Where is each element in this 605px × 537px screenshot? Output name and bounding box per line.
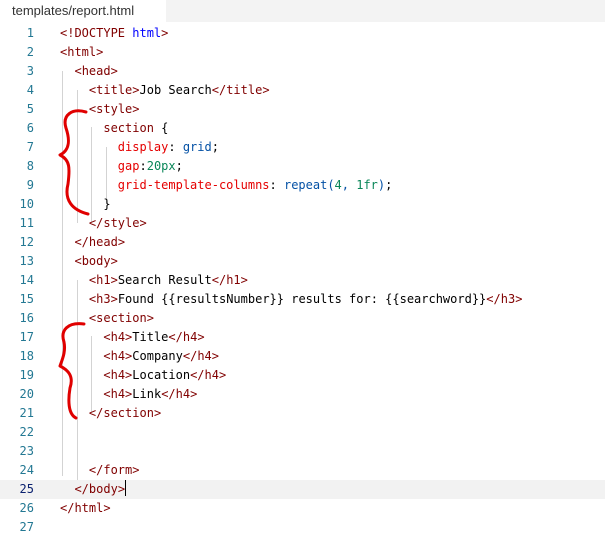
line-number: 8 <box>26 159 34 173</box>
code-line[interactable]: 26 </html> <box>0 499 605 518</box>
line-number: 25 <box>19 482 34 496</box>
line-number: 23 <box>19 444 34 458</box>
line-number: 1 <box>26 26 34 40</box>
code-text: <style> <box>88 102 140 116</box>
code-text: } <box>60 197 111 211</box>
code-line[interactable]: 13 <body> <box>0 252 605 271</box>
code-line[interactable]: 10 } <box>0 195 605 214</box>
code-text: <h4>Company</h4> <box>103 349 219 363</box>
code-line[interactable]: 21 </section> <box>0 404 605 423</box>
code-line[interactable]: 9 grid-template-columns: repeat(4, 1fr); <box>0 176 605 195</box>
code-text: section { <box>103 121 169 135</box>
code-line[interactable]: 19 <h4>Location</h4> <box>0 366 605 385</box>
code-text: </section> <box>88 406 162 420</box>
code-line[interactable]: 4 <title>Job Search</title> <box>0 81 605 100</box>
code-line[interactable]: 12 </head> <box>0 233 605 252</box>
code-line[interactable]: 17 <h4>Title</h4> <box>0 328 605 347</box>
line-number: 2 <box>26 45 34 59</box>
line-number: 9 <box>26 178 34 192</box>
code-line[interactable]: 6 section { <box>0 119 605 138</box>
code-text: <head> <box>74 64 118 78</box>
line-number: 10 <box>19 197 34 211</box>
code-text: grid-template-columns: repeat(4, 1fr); <box>117 178 393 192</box>
code-line[interactable]: 7 display: grid; <box>0 138 605 157</box>
code-text: gap:20px; <box>117 159 183 173</box>
code-text: <h4>Title</h4> <box>103 330 205 344</box>
line-number: 13 <box>19 254 34 268</box>
line-number: 15 <box>19 292 34 306</box>
tab-report-html[interactable]: templates/report.html <box>0 0 166 22</box>
code-line[interactable]: 11 </style> <box>0 214 605 233</box>
code-line[interactable]: 20 <h4>Link</h4> <box>0 385 605 404</box>
code-text: </body> <box>74 480 127 496</box>
line-number: 20 <box>19 387 34 401</box>
code-line[interactable]: 16 <section> <box>0 309 605 328</box>
code-line[interactable]: 8 gap:20px; <box>0 157 605 176</box>
code-line[interactable]: 2 <html> <box>0 43 605 62</box>
line-number: 12 <box>19 235 34 249</box>
code-line[interactable]: 5 <style> <box>0 100 605 119</box>
code-text: <h4>Link</h4> <box>103 387 198 401</box>
line-number: 18 <box>19 349 34 363</box>
tab-bar: templates/report.html <box>0 0 605 22</box>
code-text: <h3>Found {{resultsNumber}} results for:… <box>88 292 523 306</box>
code-line[interactable]: 25 </body> <box>0 480 605 499</box>
line-number: 26 <box>19 501 34 515</box>
code-text: <h4>Location</h4> <box>103 368 227 382</box>
line-number: 16 <box>19 311 34 325</box>
code-line[interactable]: 22 <box>0 423 605 442</box>
code-text: <title>Job Search</title> <box>88 83 270 97</box>
line-number: 17 <box>19 330 34 344</box>
line-number: 19 <box>19 368 34 382</box>
code-text: display: grid; <box>117 140 219 154</box>
line-number: 11 <box>19 216 34 230</box>
line-number: 27 <box>19 520 34 534</box>
line-number: 4 <box>26 83 34 97</box>
code-text: <section> <box>88 311 154 325</box>
code-line[interactable]: 14 <h1>Search Result</h1> <box>0 271 605 290</box>
line-number: 6 <box>26 121 34 135</box>
code-text: </head> <box>74 235 126 249</box>
line-number: 24 <box>19 463 34 477</box>
code-line[interactable]: 27 <box>0 518 605 537</box>
code-text: </html> <box>60 501 111 515</box>
code-line[interactable]: 18 <h4>Company</h4> <box>0 347 605 366</box>
code-line[interactable]: 24 </form> <box>0 461 605 480</box>
code-text: <body> <box>74 254 118 268</box>
line-number: 22 <box>19 425 34 439</box>
code-text: <html> <box>60 45 104 59</box>
code-line[interactable]: 23 <box>0 442 605 461</box>
line-number: 14 <box>19 273 34 287</box>
line-number: 5 <box>26 102 34 116</box>
code-editor[interactable]: 1 <!DOCTYPE html> 2 <html> 3 <head> 4 <title>… <box>0 23 605 534</box>
code-text: </style> <box>88 216 147 230</box>
line-number: 7 <box>26 140 34 154</box>
code-line[interactable]: 3 <head> <box>0 62 605 81</box>
code-text: <!DOCTYPE html> <box>60 26 169 40</box>
line-number: 21 <box>19 406 34 420</box>
code-line[interactable]: 15 <h3>Found {{resultsNumber}} results f… <box>0 290 605 309</box>
code-text: </form> <box>88 463 140 477</box>
tab-label: templates/report.html <box>12 3 135 18</box>
line-number: 3 <box>26 64 34 78</box>
code-line[interactable]: 1 <!DOCTYPE html> <box>0 24 605 43</box>
text-cursor <box>125 480 127 496</box>
code-text: <h1>Search Result</h1> <box>88 273 248 287</box>
